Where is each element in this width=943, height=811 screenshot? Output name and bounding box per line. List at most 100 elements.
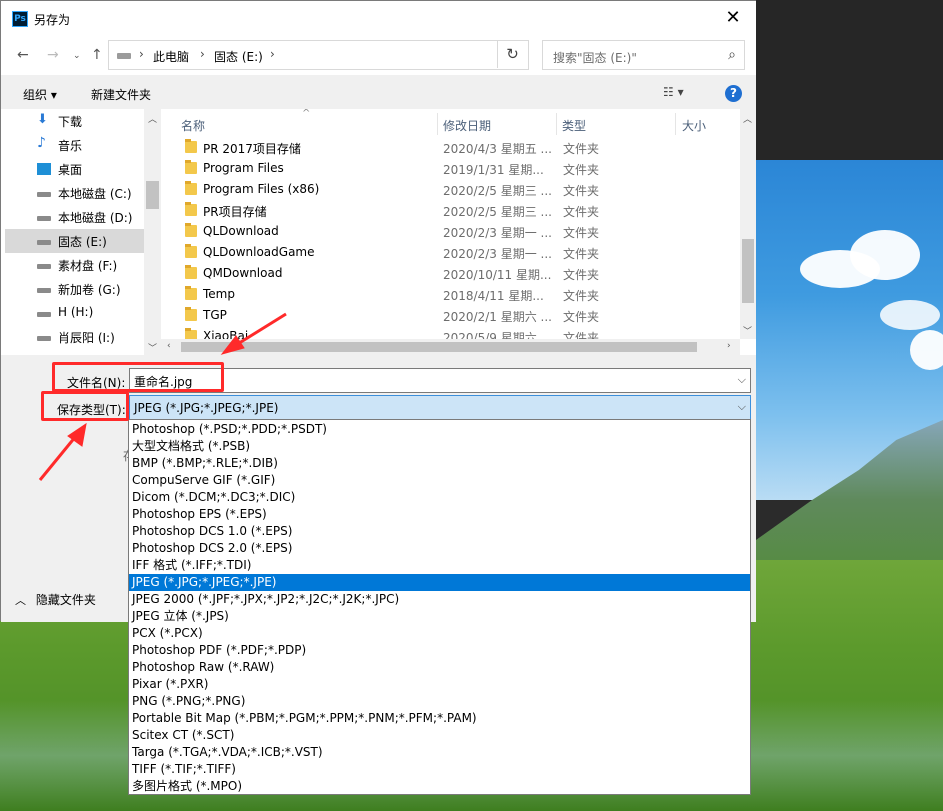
close-button[interactable]: ✕: [710, 1, 756, 35]
filetype-selected-value[interactable]: JPEG (*.JPG;*.JPEG;*.JPE): [134, 401, 278, 415]
up-arrow-icon[interactable]: ↑: [91, 47, 103, 63]
filetype-option[interactable]: 大型文档格式 (*.PSB): [129, 438, 750, 455]
scroll-up-icon[interactable]: ︿: [148, 112, 157, 125]
filetype-option[interactable]: Photoshop EPS (*.EPS): [129, 506, 750, 523]
scroll-up-icon[interactable]: ︿: [743, 112, 752, 125]
column-header-type[interactable]: 类型: [562, 117, 586, 134]
hide-folders-button[interactable]: ︿ 隐藏文件夹: [15, 591, 96, 608]
filetype-option[interactable]: Dicom (*.DCM;*.DC3;*.DIC): [129, 489, 750, 506]
scroll-down-icon[interactable]: ﹀: [148, 341, 157, 354]
file-row[interactable]: Temp 2018/4/11 星期... 文件夹: [181, 284, 741, 305]
column-header-name[interactable]: 名称: [181, 117, 205, 134]
breadcrumb-this-pc[interactable]: 此电脑: [153, 48, 189, 65]
file-list-horizontal-scrollbar[interactable]: ‹ ›: [161, 339, 740, 355]
search-icon: ⌕: [728, 47, 736, 63]
help-icon[interactable]: ?: [725, 85, 742, 102]
file-date: 2020/2/5 星期三 ...: [443, 184, 551, 198]
file-name: PR项目存储: [203, 205, 267, 219]
filetype-option[interactable]: 多图片格式 (*.MPO): [129, 778, 750, 794]
filetype-option[interactable]: Portable Bit Map (*.PBM;*.PGM;*.PPM;*.PN…: [129, 710, 750, 727]
new-folder-button[interactable]: 新建文件夹: [91, 86, 151, 103]
search-input[interactable]: 搜索"固态 (E:)": [553, 49, 637, 66]
view-options-button[interactable]: ☷ ▾: [663, 85, 684, 99]
sidebar-item[interactable]: 肖辰阳 (I:): [5, 325, 144, 349]
file-row[interactable]: Program Files (x86) 2020/2/5 星期三 ... 文件夹: [181, 179, 741, 200]
sidebar-item[interactable]: 桌面: [5, 157, 144, 181]
sidebar-scrollbar[interactable]: ︿ ﹀: [144, 109, 161, 355]
filetype-option[interactable]: Photoshop DCS 1.0 (*.EPS): [129, 523, 750, 540]
sidebar-item-label: H (H:): [58, 305, 94, 319]
filetype-option[interactable]: CompuServe GIF (*.GIF): [129, 472, 750, 489]
organize-button[interactable]: 组织 ▾: [23, 86, 57, 103]
folder-icon: [185, 307, 197, 321]
back-arrow-icon[interactable]: ←: [17, 47, 29, 63]
file-row[interactable]: TGP 2020/2/1 星期六 ... 文件夹: [181, 305, 741, 326]
column-divider[interactable]: [437, 113, 438, 135]
breadcrumb-separator-icon[interactable]: ›: [139, 47, 144, 61]
scroll-down-icon[interactable]: ﹀: [743, 324, 752, 337]
address-bar[interactable]: › 此电脑 › 固态 (E:) › ⌵: [108, 40, 587, 70]
file-row[interactable]: QLDownload 2020/2/3 星期一 ... 文件夹: [181, 221, 741, 242]
file-row[interactable]: QMDownload 2020/10/11 星期... 文件夹: [181, 263, 741, 284]
filetype-option[interactable]: BMP (*.BMP;*.RLE;*.DIB): [129, 455, 750, 472]
chevron-down-icon[interactable]: ⌵: [738, 373, 746, 387]
filetype-option[interactable]: JPEG (*.JPG;*.JPEG;*.JPE): [129, 574, 750, 591]
file-name: QLDownloadGame: [203, 245, 315, 259]
breadcrumb-separator-icon[interactable]: ›: [200, 47, 205, 61]
file-row[interactable]: QLDownloadGame 2020/2/3 星期一 ... 文件夹: [181, 242, 741, 263]
file-list-vertical-scrollbar[interactable]: ︿ ﹀: [740, 109, 756, 339]
filetype-select[interactable]: JPEG (*.JPG;*.JPEG;*.JPE) ⌵: [129, 395, 751, 420]
sidebar-item[interactable]: 本地磁盘 (D:): [5, 205, 144, 229]
breadcrumb-separator-icon[interactable]: ›: [270, 47, 275, 61]
filetype-option[interactable]: IFF 格式 (*.IFF;*.TDI): [129, 557, 750, 574]
recent-locations-chevron-icon[interactable]: ⌄: [73, 51, 81, 61]
horizontal-scroll-thumb[interactable]: [181, 342, 697, 352]
column-header-size[interactable]: 大小: [682, 117, 706, 134]
file-type: 文件夹: [563, 310, 600, 324]
file-date: 2020/2/5 星期三 ...: [443, 205, 551, 219]
sidebar-item[interactable]: 本地磁盘 (C:): [5, 181, 144, 205]
filetype-option[interactable]: Scitex CT (*.SCT): [129, 727, 750, 744]
dialog-title: 另存为: [34, 13, 71, 27]
filetype-option[interactable]: PNG (*.PNG;*.PNG): [129, 693, 750, 710]
sidebar-scroll-thumb[interactable]: [146, 181, 159, 209]
filetype-option[interactable]: Pixar (*.PXR): [129, 676, 750, 693]
file-date: 2020/4/3 星期五 ...: [443, 142, 551, 156]
filetype-option[interactable]: JPEG 立体 (*.JPS): [129, 608, 750, 625]
filetype-option[interactable]: JPEG 2000 (*.JPF;*.JPX;*.JP2;*.J2C;*.J2K…: [129, 591, 750, 608]
vertical-scroll-thumb[interactable]: [742, 239, 754, 303]
filetype-option[interactable]: Photoshop (*.PSD;*.PDD;*.PSDT): [129, 421, 750, 438]
folder-icon: [185, 244, 197, 258]
sidebar-item[interactable]: H (H:): [5, 301, 144, 325]
sidebar-item-label: 本地磁盘 (D:): [58, 211, 133, 225]
filetype-dropdown-list[interactable]: Photoshop (*.PSD;*.PDD;*.PSDT) 大型文档格式 (*.…: [128, 419, 751, 795]
filetype-option[interactable]: PCX (*.PCX): [129, 625, 750, 642]
sidebar-item[interactable]: ♪ 音乐: [5, 133, 144, 157]
sidebar-item[interactable]: 固态 (E:): [5, 229, 144, 253]
filetype-option[interactable]: TIFF (*.TIF;*.TIFF): [129, 761, 750, 778]
forward-arrow-icon[interactable]: →: [47, 47, 59, 63]
column-divider[interactable]: [556, 113, 557, 135]
scroll-right-icon[interactable]: ›: [727, 341, 731, 351]
chevron-down-icon[interactable]: ⌵: [738, 400, 746, 414]
file-row[interactable]: PR 2017项目存储 2020/4/3 星期五 ... 文件夹: [181, 137, 741, 158]
refresh-button[interactable]: ↻: [497, 40, 527, 68]
column-divider[interactable]: [675, 113, 676, 135]
folder-icon: [185, 202, 197, 216]
filetype-option[interactable]: Targa (*.TGA;*.VDA;*.ICB;*.VST): [129, 744, 750, 761]
sidebar-item[interactable]: 素材盘 (F:): [5, 253, 144, 277]
sidebar-item[interactable]: 新加卷 (G:): [5, 277, 144, 301]
search-box[interactable]: 搜索"固态 (E:)" ⌕: [542, 40, 745, 70]
breadcrumb-drive-e[interactable]: 固态 (E:): [214, 48, 263, 65]
sidebar-item[interactable]: ⬇ 下载: [5, 109, 144, 133]
filetype-option[interactable]: Photoshop DCS 2.0 (*.EPS): [129, 540, 750, 557]
file-row[interactable]: PR项目存储 2020/2/5 星期三 ... 文件夹: [181, 200, 741, 221]
file-type: 文件夹: [563, 247, 600, 261]
highlight-filename-label: [52, 362, 224, 392]
filetype-option[interactable]: Photoshop PDF (*.PDF;*.PDP): [129, 642, 750, 659]
scroll-left-icon[interactable]: ‹: [167, 341, 171, 351]
column-header-date[interactable]: 修改日期: [443, 117, 491, 134]
file-row[interactable]: Program Files 2019/1/31 星期... 文件夹: [181, 158, 741, 179]
drive-icon: [37, 288, 51, 293]
filetype-option[interactable]: Photoshop Raw (*.RAW): [129, 659, 750, 676]
